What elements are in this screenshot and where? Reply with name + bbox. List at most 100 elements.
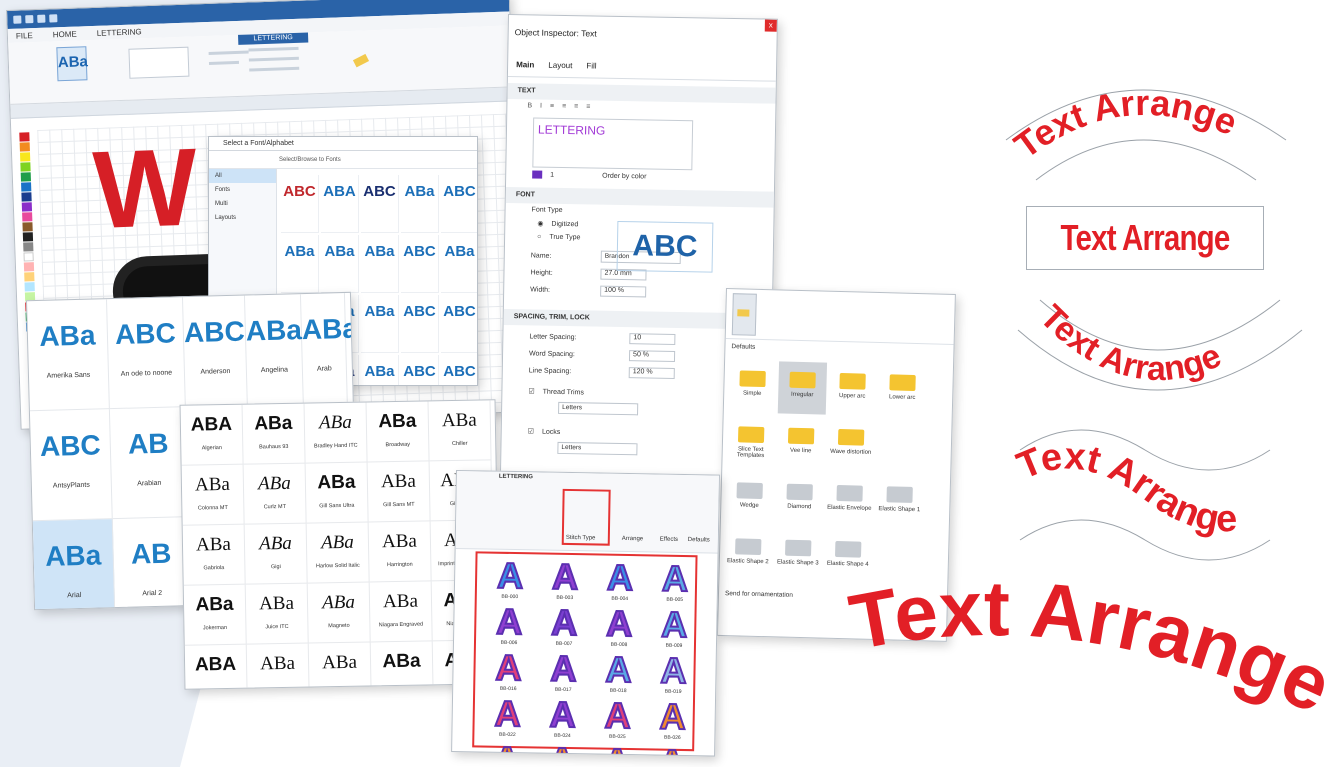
font-tile[interactable]: ABa (441, 235, 477, 293)
font-tile[interactable]: ABC (441, 295, 477, 353)
font-tile[interactable]: ABC AntsyPlants (29, 409, 113, 522)
font-tile[interactable]: ABa Broadway (366, 401, 430, 463)
letter-spacing-input[interactable]: 10 (629, 333, 676, 345)
font-tile[interactable]: ABa (361, 295, 399, 353)
stitch-type-tile[interactable]: A BB-017 (538, 647, 589, 697)
align-center-button[interactable]: ≡ (562, 103, 566, 113)
locks-checkbox[interactable]: Locks (542, 428, 560, 435)
font-tile[interactable]: ABA (321, 175, 359, 233)
arrange-option[interactable]: Vee line (776, 417, 825, 470)
category-item[interactable]: All (209, 169, 276, 183)
font-tile[interactable]: ABa Angelina (244, 294, 304, 406)
font-tile[interactable]: ABa (370, 641, 434, 690)
stitch-type-tile[interactable]: ABB-030 (646, 741, 697, 757)
font-tile[interactable]: ABa Chiller (428, 400, 492, 462)
close-icon[interactable]: x (764, 19, 777, 32)
arrange-option[interactable]: Wave distortion (826, 419, 875, 472)
italic-button[interactable]: I (540, 103, 542, 113)
truetype-radio[interactable]: True Type (549, 234, 580, 242)
stitch-type-tile[interactable]: A BB-009 (649, 603, 700, 653)
stitch-type-tile[interactable]: A BB-018 (593, 648, 644, 698)
font-tile[interactable]: ABa Gill Sans MT (367, 461, 431, 523)
tab-main[interactable]: Main (516, 60, 534, 69)
font-tile[interactable]: ABa Jokerman (183, 584, 247, 646)
font-tile[interactable]: ABa (308, 642, 372, 690)
stitch-type-tile[interactable]: A BB-016 (483, 646, 534, 697)
font-tile[interactable]: AB Arabian (109, 407, 189, 520)
tab-fill[interactable]: Fill (586, 61, 596, 70)
lettering-tab[interactable]: LETTERING (499, 474, 533, 481)
order-by-color-checkbox[interactable]: Order by color (602, 172, 646, 180)
font-tile[interactable]: ABa Arab (300, 292, 358, 405)
word-spacing-input[interactable]: 50 % (628, 350, 676, 362)
arrange-button[interactable]: Arrange (622, 536, 643, 542)
locks-select[interactable]: Letters (557, 441, 638, 456)
arrange-option[interactable]: Upper arc (828, 363, 877, 416)
font-tile[interactable]: ABa (321, 235, 359, 293)
arrange-option[interactable]: Elastic Shape 2 (723, 528, 772, 581)
stitch-type-tile[interactable]: A BB-019 (648, 649, 699, 699)
arrange-option[interactable]: Elastic Shape 3 (773, 529, 822, 582)
font-tile[interactable]: ABa Harlow Solid Italic (306, 522, 370, 584)
text-input[interactable]: LETTERING (532, 117, 694, 171)
font-tile[interactable]: ABa Arial (32, 519, 116, 611)
defaults-button[interactable]: Defaults (688, 537, 710, 543)
arrange-option[interactable]: Simple (728, 360, 777, 413)
font-tile[interactable]: ABa Magneto (307, 582, 371, 644)
stitch-type-tile[interactable]: A BB-000 (485, 554, 536, 605)
font-tile[interactable]: ABa (281, 235, 319, 293)
font-tile[interactable]: ABa (246, 643, 310, 690)
stitch-type-button[interactable]: Stitch Type (566, 535, 596, 542)
menu-home[interactable]: HOME (53, 29, 77, 39)
effects-button[interactable]: Effects (660, 537, 678, 543)
arrange-option[interactable]: Slice Text Templates (726, 416, 775, 469)
font-tile[interactable]: ABC (401, 355, 439, 385)
digitized-radio[interactable]: Digitized (551, 220, 578, 227)
font-tile[interactable]: ABC An ode to noone (106, 297, 186, 410)
font-tile[interactable]: ABC (401, 235, 439, 293)
font-tile[interactable]: ABa Gabriola (182, 524, 246, 586)
font-tile[interactable]: ABA Algerian (180, 404, 244, 466)
align-left-button[interactable]: ≡ (550, 103, 554, 113)
font-tile[interactable]: ABa Gill Sans Ultra (305, 462, 369, 524)
arrange-option[interactable]: Lower arc (878, 364, 927, 417)
font-tile[interactable]: ABa Bradley Hand ITC (304, 402, 368, 464)
menu-lettering[interactable]: LETTERING (97, 27, 142, 38)
width-input[interactable]: 100 % (600, 285, 647, 298)
stitch-type-tile[interactable]: A BB-024 (537, 693, 588, 743)
align-right-button[interactable]: ≡ (574, 103, 578, 113)
stitch-type-tile[interactable]: A BB-004 (595, 556, 646, 606)
arrange-option[interactable]: Wedge (725, 472, 774, 525)
stitch-type-tile[interactable]: A BB-006 (484, 600, 535, 651)
font-tile[interactable]: ABa Curlz MT (243, 463, 307, 525)
lettering-context-tab[interactable]: LETTERING (238, 32, 309, 45)
menu-file[interactable]: FILE (16, 31, 33, 41)
justify-button[interactable]: ≡ (586, 103, 590, 113)
arrange-option[interactable]: Irregular (777, 361, 828, 415)
line-spacing-input[interactable]: 120 % (628, 367, 675, 379)
category-item[interactable]: Layouts (209, 211, 276, 225)
font-tile[interactable]: ABa (361, 235, 399, 293)
font-tile[interactable]: ABa Gigi (244, 523, 308, 585)
font-tile[interactable]: ABa Harrington (368, 521, 432, 583)
font-tile[interactable]: ABa Bauhaus 93 (242, 403, 306, 465)
font-tile[interactable]: ABC (281, 175, 319, 233)
arrange-option[interactable]: Elastic Shape 1 (875, 476, 924, 529)
stitch-type-tile[interactable]: A BB-007 (539, 601, 590, 651)
thread-trims-checkbox[interactable]: Thread Trims (543, 388, 584, 396)
font-tile[interactable]: ABa Juice ITC (245, 583, 309, 645)
browse-fonts-link[interactable]: Select/Browse to Fonts (279, 157, 341, 163)
color-swatch[interactable] (532, 170, 543, 179)
font-tile[interactable]: ABA (184, 644, 248, 690)
font-tile[interactable]: ABa Colonna MT (181, 464, 245, 526)
font-tile[interactable]: ABC (441, 175, 477, 233)
thread-trims-select[interactable]: Letters (558, 401, 639, 416)
category-item[interactable]: Fonts (209, 183, 276, 197)
color-index[interactable]: 1 (550, 171, 554, 178)
font-tile[interactable]: ABa Niagara Engraved (369, 581, 433, 643)
font-tile[interactable]: ABa (401, 175, 439, 233)
font-tile[interactable]: ABa Amerika Sans (27, 299, 110, 412)
stitch-type-tile[interactable]: A BB-026 (647, 695, 698, 745)
stitch-type-tile[interactable]: A BB-008 (594, 602, 645, 652)
arrange-option[interactable]: Diamond (775, 473, 824, 526)
